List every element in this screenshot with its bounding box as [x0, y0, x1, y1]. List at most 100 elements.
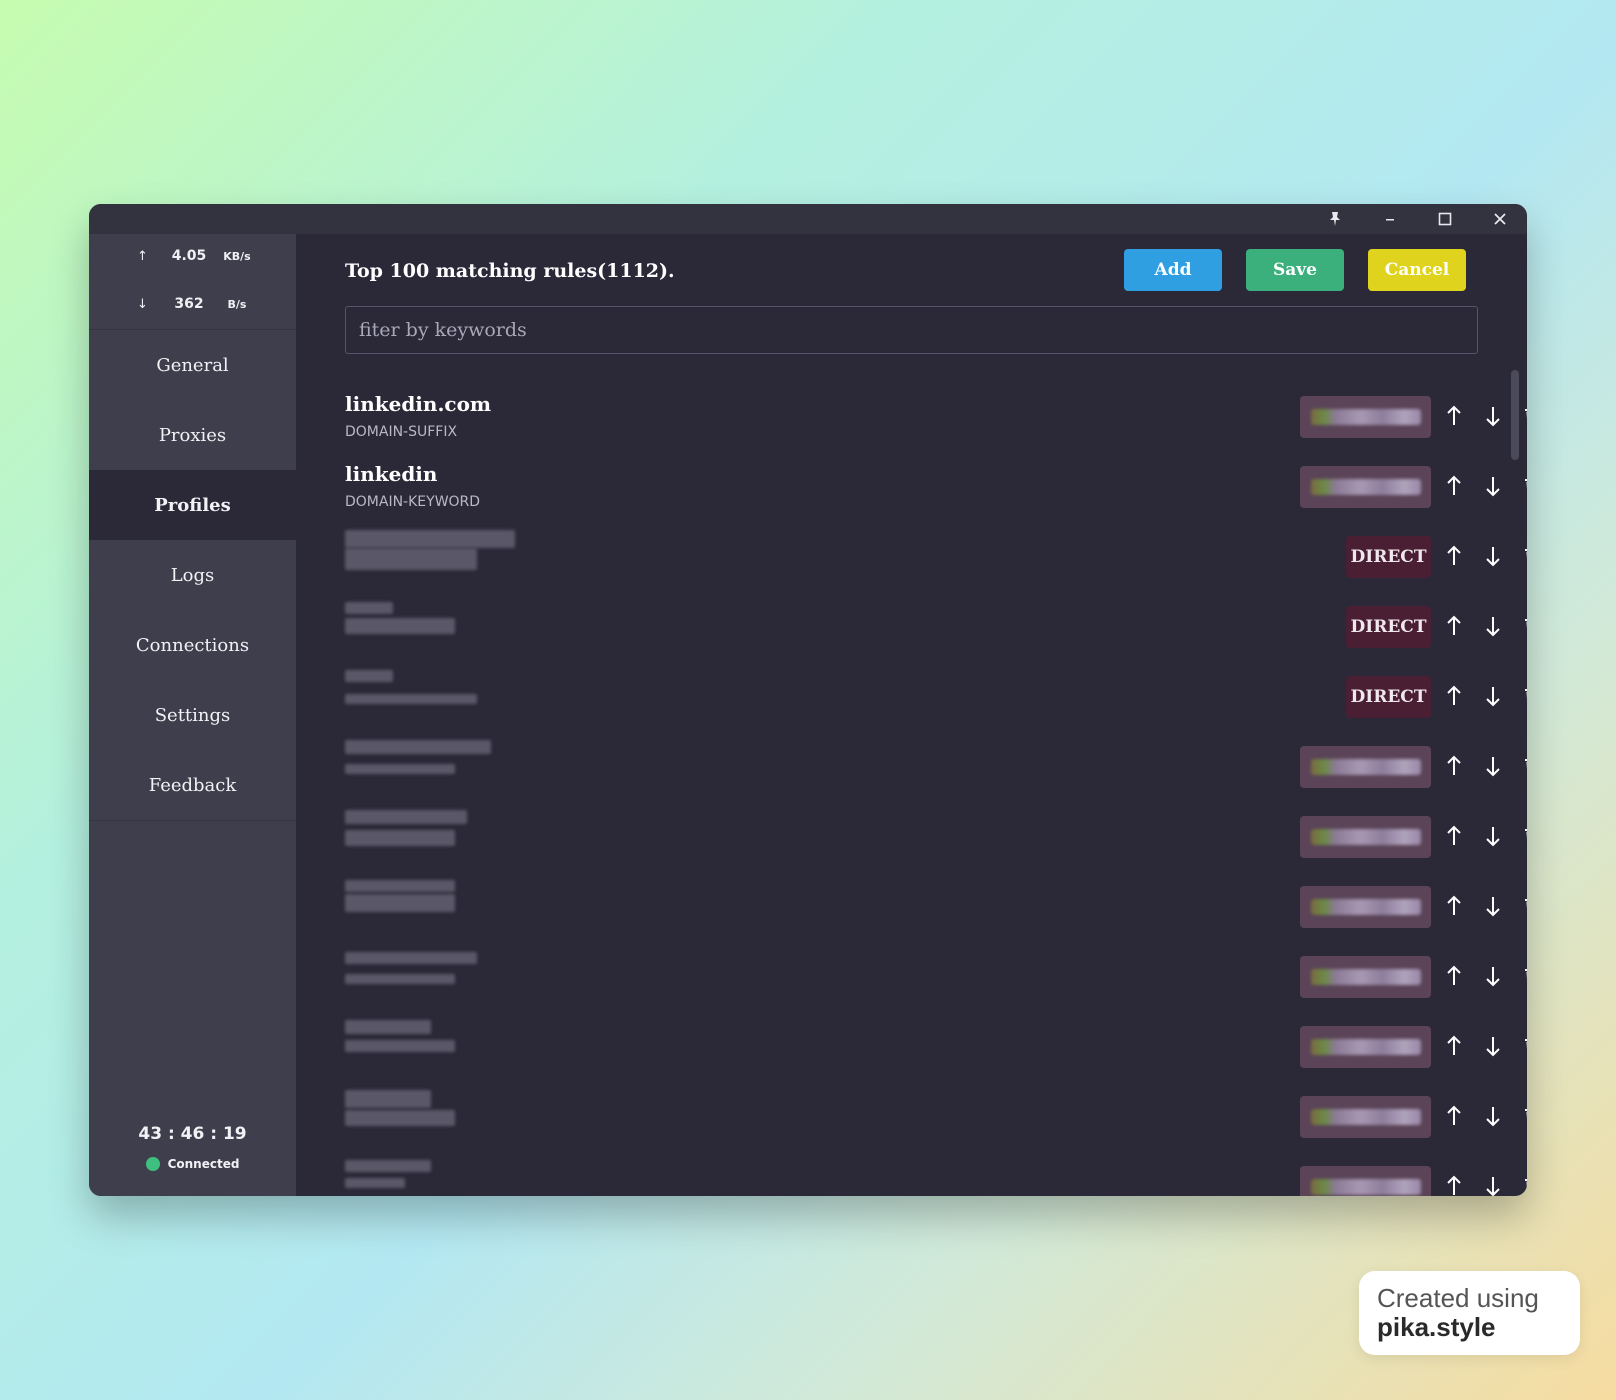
move-down-button[interactable] [1481, 892, 1505, 920]
redacted-text [345, 952, 477, 964]
policy-badge-redacted[interactable] [1300, 1096, 1431, 1138]
rule-row[interactable]: linkedin DOMAIN-KEYWORD [296, 454, 1527, 524]
sidebar-item-settings[interactable]: Settings [89, 680, 296, 750]
rule-row[interactable] [296, 1084, 1527, 1154]
rule-row[interactable]: DIRECT [296, 664, 1527, 734]
move-down-button[interactable] [1481, 402, 1505, 430]
add-button[interactable]: Add [1124, 249, 1222, 291]
move-up-button[interactable] [1442, 1102, 1466, 1130]
sidebar-item-logs[interactable]: Logs [89, 540, 296, 610]
arrow-up-icon [1447, 1105, 1461, 1125]
trash-icon [1525, 969, 1527, 979]
policy-badge-redacted[interactable] [1300, 886, 1431, 928]
redacted-text [345, 530, 515, 548]
policy-badge-redacted[interactable] [1300, 746, 1431, 788]
title-bar [89, 204, 1527, 234]
move-up-button[interactable] [1442, 822, 1466, 850]
download-unit: B/s [227, 297, 247, 311]
delete-button[interactable] [1520, 752, 1527, 780]
rule-row[interactable] [296, 874, 1527, 944]
delete-button[interactable] [1520, 822, 1527, 850]
delete-button[interactable] [1520, 402, 1527, 430]
delete-button[interactable] [1520, 612, 1527, 640]
delete-button[interactable] [1520, 472, 1527, 500]
policy-badge-redacted[interactable] [1300, 466, 1431, 508]
sidebar: ↑ 4.05 KB/s ↓ 362 B/s General Proxies Pr… [89, 234, 296, 1196]
sidebar-nav: General Proxies Profiles Logs Connection… [89, 330, 296, 821]
close-button[interactable] [1472, 204, 1527, 234]
sidebar-item-proxies[interactable]: Proxies [89, 400, 296, 470]
move-down-button[interactable] [1481, 1172, 1505, 1196]
move-up-button[interactable] [1442, 752, 1466, 780]
watermark-badge: Created using pika.style [1359, 1271, 1580, 1355]
pin-icon [1329, 212, 1340, 226]
policy-badge[interactable]: DIRECT [1346, 606, 1431, 648]
arrow-up-icon [1447, 615, 1461, 635]
rule-row[interactable]: linkedin.com DOMAIN-SUFFIX [296, 384, 1527, 454]
sidebar-item-general[interactable]: General [89, 330, 296, 400]
delete-button[interactable] [1520, 892, 1527, 920]
delete-button[interactable] [1520, 1172, 1527, 1196]
policy-badge[interactable]: DIRECT [1346, 676, 1431, 718]
delete-button[interactable] [1520, 542, 1527, 570]
move-down-button[interactable] [1481, 1032, 1505, 1060]
policy-badge-redacted[interactable] [1300, 956, 1431, 998]
move-down-button[interactable] [1481, 752, 1505, 780]
delete-button[interactable] [1520, 1032, 1527, 1060]
move-down-button[interactable] [1481, 1102, 1505, 1130]
move-up-button[interactable] [1442, 542, 1466, 570]
move-up-button[interactable] [1442, 892, 1466, 920]
move-down-button[interactable] [1481, 472, 1505, 500]
arrow-down-icon [1486, 827, 1500, 847]
move-down-button[interactable] [1481, 962, 1505, 990]
rule-row[interactable] [296, 734, 1527, 804]
cancel-button[interactable]: Cancel [1368, 249, 1466, 291]
arrow-down-icon [1486, 407, 1500, 427]
move-up-button[interactable] [1442, 1032, 1466, 1060]
delete-button[interactable] [1520, 962, 1527, 990]
delete-button[interactable] [1520, 682, 1527, 710]
move-up-button[interactable] [1442, 962, 1466, 990]
policy-badge-redacted[interactable] [1300, 1026, 1431, 1068]
rule-row[interactable]: DIRECT [296, 524, 1527, 594]
rule-row[interactable] [296, 1014, 1527, 1084]
move-up-button[interactable] [1442, 1172, 1466, 1196]
traffic-panel: ↑ 4.05 KB/s ↓ 362 B/s [89, 234, 296, 330]
arrow-down-icon [1486, 547, 1500, 567]
arrow-up-icon [1447, 825, 1461, 845]
rule-row[interactable]: DIRECT [296, 594, 1527, 664]
move-up-button[interactable] [1442, 402, 1466, 430]
delete-button[interactable] [1520, 1102, 1527, 1130]
rule-row[interactable] [296, 804, 1527, 874]
policy-badge-redacted[interactable] [1300, 396, 1431, 438]
redacted-text [345, 1178, 405, 1188]
redacted-policy [1310, 409, 1421, 425]
move-down-button[interactable] [1481, 542, 1505, 570]
policy-badge-redacted[interactable] [1300, 1166, 1431, 1196]
arrow-down-icon [1486, 1037, 1500, 1057]
policy-badge-redacted[interactable] [1300, 816, 1431, 858]
move-down-button[interactable] [1481, 612, 1505, 640]
sidebar-item-feedback[interactable]: Feedback [89, 750, 296, 820]
pin-button[interactable] [1307, 204, 1362, 234]
redacted-text [345, 618, 455, 634]
maximize-button[interactable] [1417, 204, 1472, 234]
sidebar-item-connections[interactable]: Connections [89, 610, 296, 680]
move-up-button[interactable] [1442, 682, 1466, 710]
rule-row[interactable] [296, 1154, 1527, 1196]
upload-speed: ↑ 4.05 KB/s [89, 246, 296, 266]
upload-value: 4.05 [171, 248, 207, 264]
rule-row[interactable] [296, 944, 1527, 1014]
close-icon [1493, 213, 1506, 225]
sidebar-item-profiles[interactable]: Profiles [89, 470, 296, 540]
redacted-text [345, 1110, 455, 1126]
save-button[interactable]: Save [1246, 249, 1344, 291]
policy-badge[interactable]: DIRECT [1346, 536, 1431, 578]
trash-icon [1525, 479, 1527, 489]
move-down-button[interactable] [1481, 822, 1505, 850]
filter-input[interactable] [345, 306, 1478, 354]
move-down-button[interactable] [1481, 682, 1505, 710]
move-up-button[interactable] [1442, 472, 1466, 500]
minimize-button[interactable] [1362, 204, 1417, 234]
move-up-button[interactable] [1442, 612, 1466, 640]
